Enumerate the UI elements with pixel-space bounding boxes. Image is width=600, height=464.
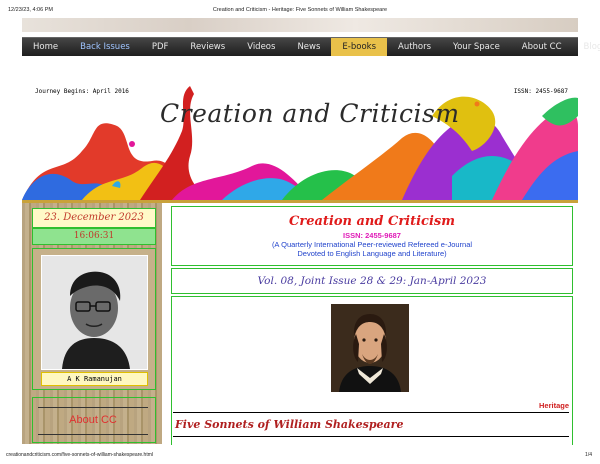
nav-reviews[interactable]: Reviews bbox=[179, 38, 236, 57]
main-nav: Home Back Issues PDF Reviews Videos News… bbox=[22, 37, 600, 57]
photo-caption: A K Ramanujan bbox=[41, 372, 148, 386]
author-photo bbox=[41, 255, 148, 370]
current-date: 23. December 2023 bbox=[32, 208, 156, 228]
page-number: 1/4 bbox=[585, 452, 592, 458]
journal-desc-line2: Devoted to English Language and Literatu… bbox=[297, 249, 447, 258]
article-title: Five Sonnets of William Shakespeare bbox=[175, 418, 404, 431]
paint-splash-art bbox=[22, 86, 578, 200]
volume-info: Vol. 08, Joint Issue 28 & 29: Jan-April … bbox=[171, 268, 573, 294]
nav-home[interactable]: Home bbox=[22, 38, 69, 57]
print-title: Creation and Criticism - Heritage: Five … bbox=[212, 7, 388, 13]
journal-desc-line1: (A Quarterly International Peer-reviewed… bbox=[271, 240, 473, 249]
divider bbox=[38, 407, 148, 408]
nav-blog[interactable]: Blog bbox=[573, 38, 600, 57]
category-label[interactable]: Heritage bbox=[539, 401, 569, 410]
nav-your-space[interactable]: Your Space bbox=[442, 38, 511, 57]
page-url: creationandcriticism.com/five-sonnets-of… bbox=[6, 452, 153, 458]
nav-about-cc[interactable]: About CC bbox=[511, 38, 573, 57]
journey-begins-text: Journey Begins: April 2016 bbox=[35, 88, 129, 95]
nav-back-issues[interactable]: Back Issues bbox=[69, 38, 141, 57]
divider bbox=[38, 434, 148, 435]
nav-news[interactable]: News bbox=[286, 38, 331, 57]
print-header: 12/23/23, 4:06 PM Creation and Criticism… bbox=[0, 0, 600, 18]
nav-pdf[interactable]: PDF bbox=[141, 38, 180, 57]
header-banner: Journey Begins: April 2016 ISSN: 2455-96… bbox=[22, 56, 578, 203]
nav-ebooks[interactable]: E-books bbox=[331, 38, 387, 57]
banner-issn: ISSN: 2455-9687 bbox=[513, 88, 568, 95]
site-logo[interactable]: Creation and Criticism bbox=[160, 99, 460, 128]
journal-title: Creation and Criticism bbox=[289, 214, 455, 229]
journal-info-box: Creation and Criticism ISSN: 2455-9687 (… bbox=[171, 206, 573, 266]
nav-videos[interactable]: Videos bbox=[236, 38, 286, 57]
current-time: 16:06:31 bbox=[32, 228, 156, 245]
top-decorative-strip bbox=[22, 18, 578, 32]
about-cc-link[interactable]: About CC bbox=[32, 414, 154, 426]
journal-issn: ISSN: 2455-9687 bbox=[343, 231, 401, 240]
shakespeare-portrait bbox=[331, 304, 409, 392]
divider bbox=[173, 436, 569, 437]
divider bbox=[173, 412, 569, 413]
nav-authors[interactable]: Authors bbox=[387, 38, 442, 57]
